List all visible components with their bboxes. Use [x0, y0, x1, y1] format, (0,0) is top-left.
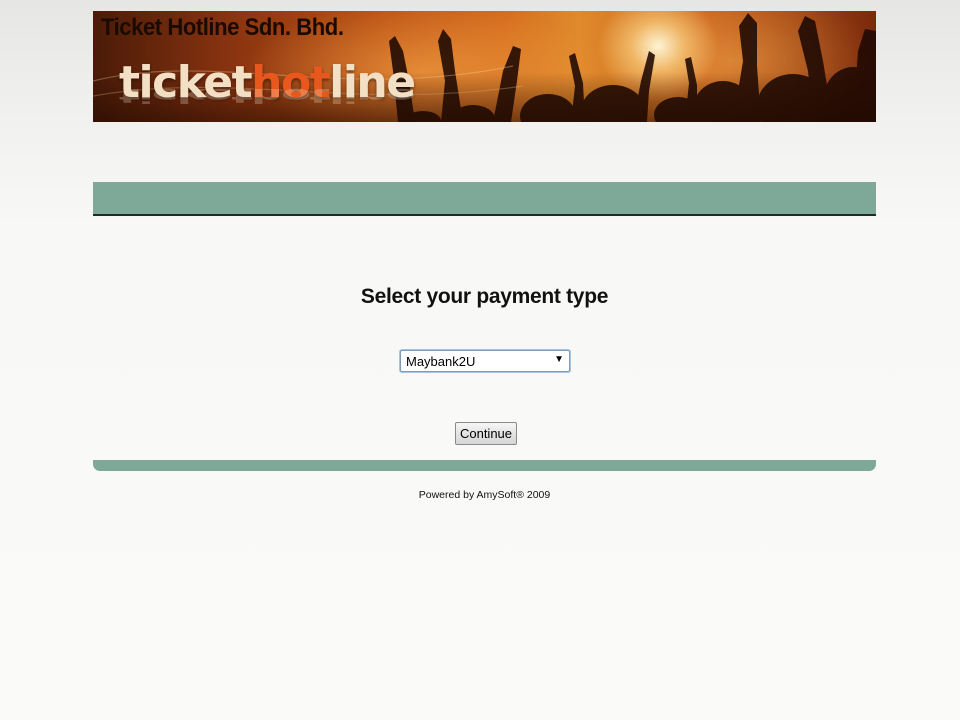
dropdown-arrow-icon: ▼ — [554, 354, 564, 365]
continue-button[interactable]: Continue — [455, 422, 517, 445]
logo-reflection: tickethotline — [119, 83, 415, 107]
footer-bar — [93, 460, 876, 471]
header-banner: Ticket Hotline Sdn. Bhd. tickethotline t… — [93, 11, 876, 122]
header-bar — [93, 182, 876, 216]
company-name: Ticket Hotline Sdn. Bhd. — [101, 14, 344, 41]
page-heading: Select your payment type — [360, 285, 609, 308]
payment-type-select[interactable]: Maybank2U ▼ — [400, 350, 570, 372]
powered-by-text: Powered by AmySoft® 2009 — [418, 489, 551, 501]
payment-type-selected-value: Maybank2U — [406, 354, 476, 369]
